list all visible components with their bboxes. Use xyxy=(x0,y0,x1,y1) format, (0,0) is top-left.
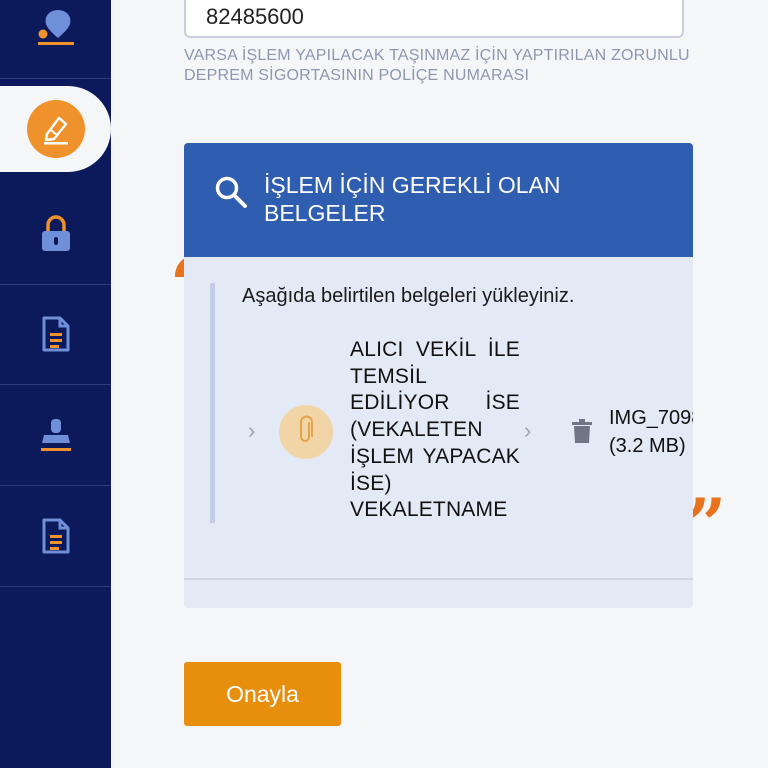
card-title: İŞLEM İÇİN GEREKLİ OLAN BELGELER xyxy=(264,172,561,226)
sidebar-item-documents[interactable] xyxy=(0,284,111,385)
paperclip-icon xyxy=(293,415,319,450)
document-icon xyxy=(41,517,71,555)
chevron-right-icon[interactable]: › xyxy=(524,418,531,444)
sidebar xyxy=(0,0,111,768)
policy-number-hint: VARSA İŞLEM YAPILACAK TAŞINMAZ İÇİN YAPT… xyxy=(184,47,690,84)
document-name: ALICI VEKİL İLE TEMSİL EDİLİYOR İSE (VEK… xyxy=(350,338,520,522)
card-divider xyxy=(184,578,693,580)
required-documents-card: İŞLEM İÇİN GEREKLİ OLAN BELGELER Aşağıda… xyxy=(184,143,693,608)
file-size: (3.2 MB) xyxy=(609,435,686,457)
upload-instruction: Aşağıda belirtilen belgeleri yükleyiniz. xyxy=(242,285,575,307)
pen-sign-icon xyxy=(39,112,73,146)
search-icon xyxy=(214,175,248,214)
trash-icon[interactable] xyxy=(572,419,592,448)
document-icon xyxy=(41,315,71,353)
sidebar-item-documents-2[interactable] xyxy=(0,486,111,587)
active-item-badge xyxy=(26,100,85,158)
policy-number-input[interactable] xyxy=(184,0,684,38)
sidebar-item-approval[interactable] xyxy=(0,385,111,486)
location-stamp-icon xyxy=(34,8,78,48)
attach-file-button[interactable] xyxy=(279,405,333,459)
chevron-right-icon[interactable]: › xyxy=(248,418,255,444)
confirm-button[interactable]: Onayla xyxy=(184,662,341,726)
lock-icon xyxy=(40,215,72,253)
stamp-icon xyxy=(39,417,73,453)
file-name: IMG_7098 xyxy=(609,407,693,429)
body-accent-line xyxy=(210,283,215,523)
sidebar-item-location[interactable] xyxy=(0,0,111,79)
card-header: İŞLEM İÇİN GEREKLİ OLAN BELGELER xyxy=(184,143,693,257)
sidebar-item-security[interactable] xyxy=(0,184,111,285)
uploaded-file[interactable]: IMG_7098 (3.2 MB) xyxy=(609,404,693,460)
sidebar-item-sign[interactable] xyxy=(0,86,111,172)
